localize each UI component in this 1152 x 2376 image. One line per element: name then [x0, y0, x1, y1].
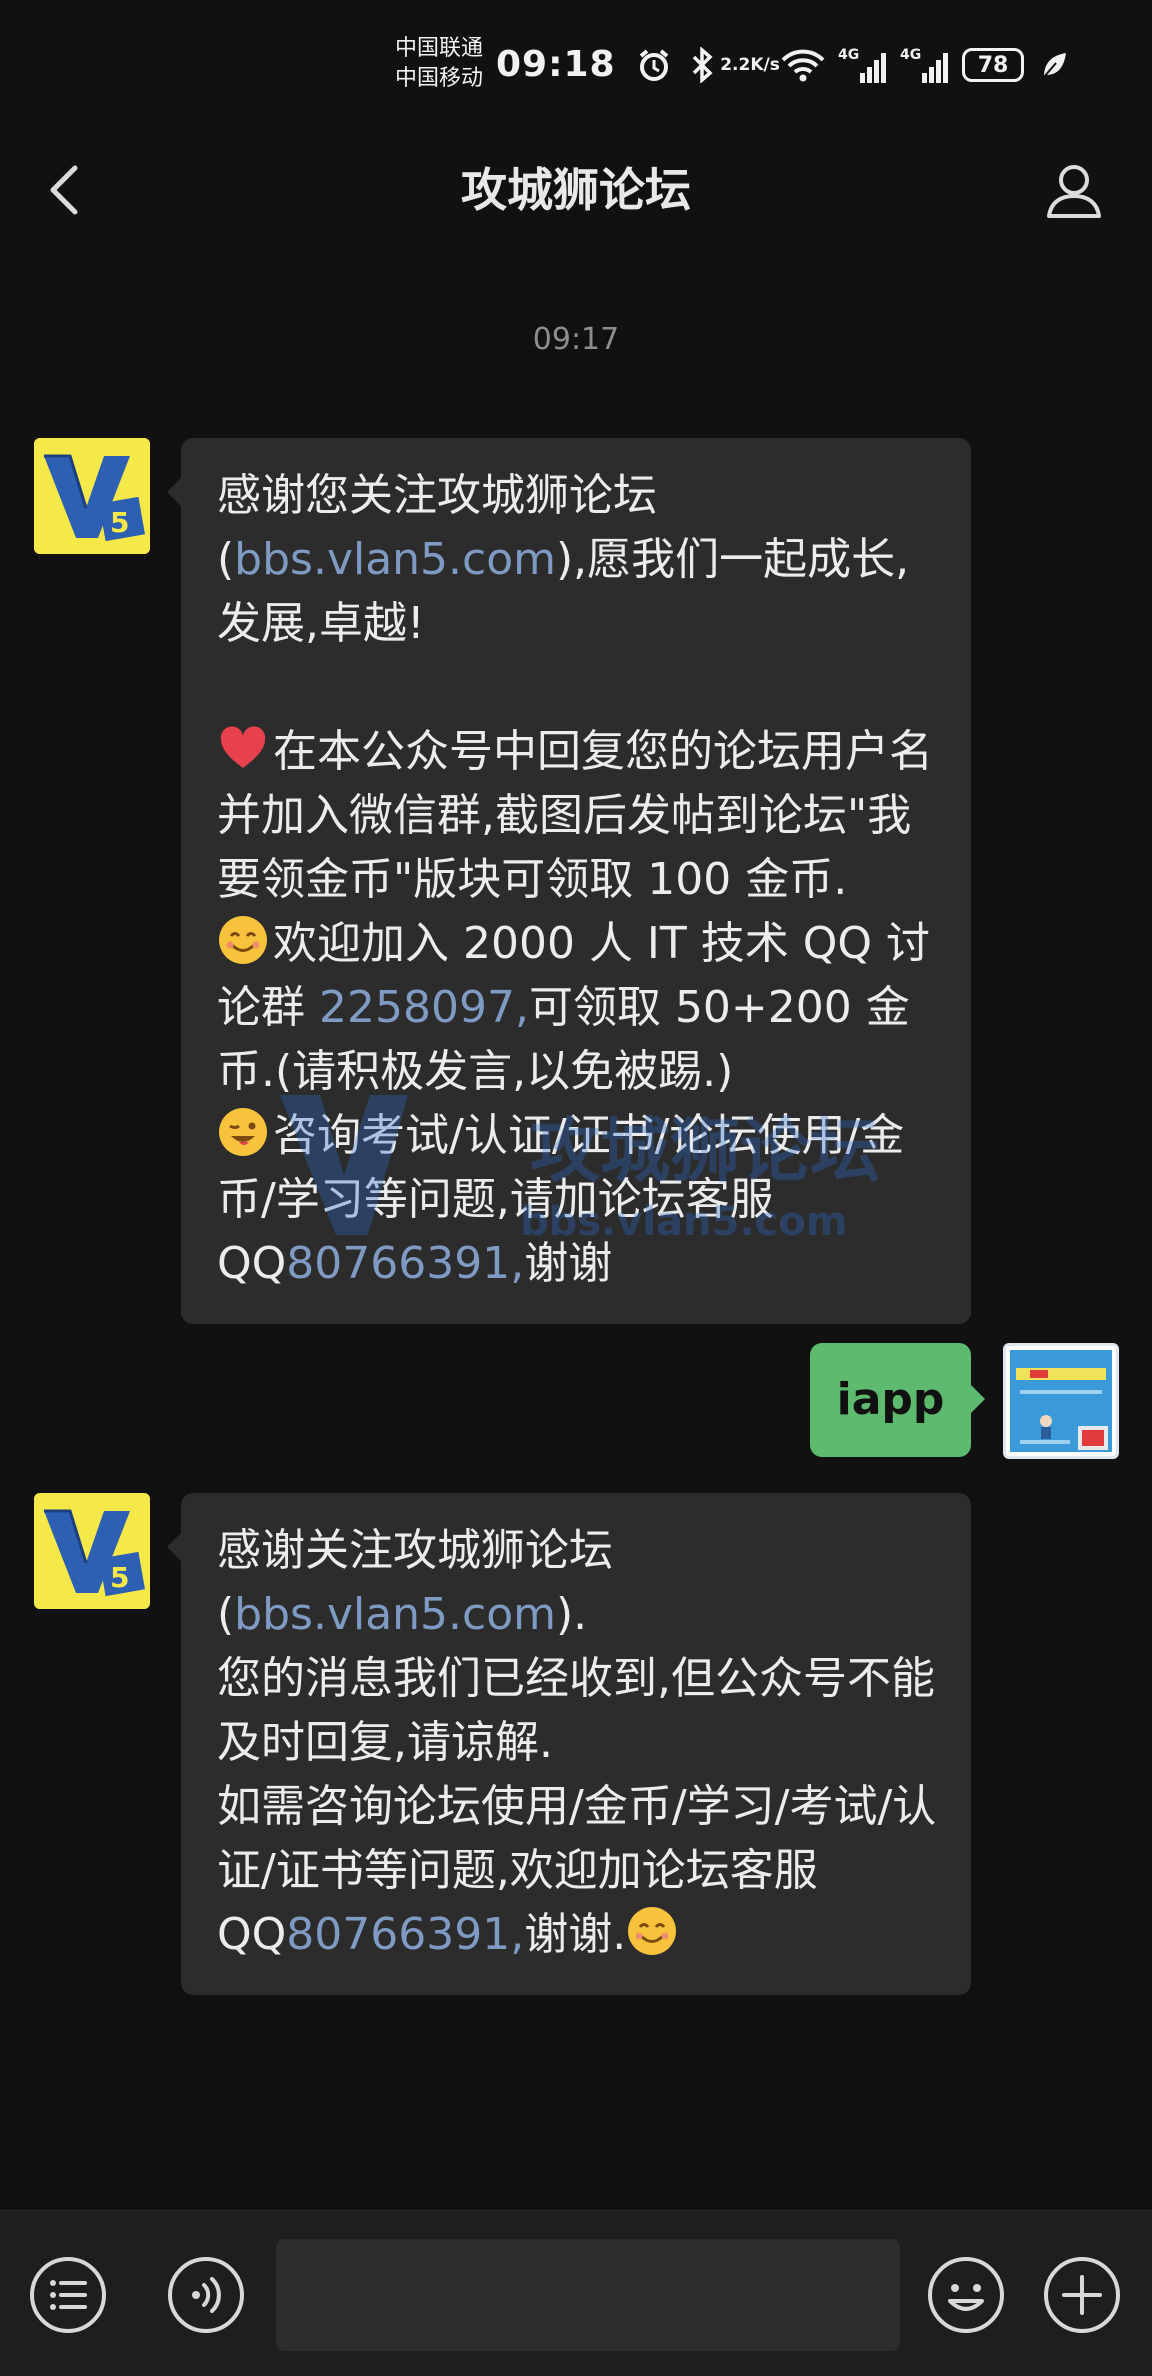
emoji-button[interactable] [924, 2253, 1008, 2337]
heart-emoji-icon [220, 726, 266, 768]
qq-service-link[interactable]: 80766391, [286, 1909, 524, 1960]
message-paragraph: 欢迎加入 2000 人 IT 技术 QQ 讨论群 2258097,可领取 50+… [217, 912, 937, 1104]
message-paragraph: 咨询考试/认证/证书/论坛使用/金币/学习等问题,请加论坛客服 QQ807663… [217, 1104, 937, 1296]
message-bubble[interactable]: 感谢关注攻城狮论坛(bbs.vlan5.com). 您的消息我们已经收到,但公众… [167, 1493, 971, 1995]
input-bar [0, 2210, 1152, 2376]
status-time: 09:18 [496, 44, 616, 85]
menu-button[interactable] [26, 2253, 110, 2337]
message-text: 谢谢 [524, 1238, 613, 1289]
message-input[interactable] [276, 2239, 900, 2351]
wifi-icon [780, 45, 826, 85]
list-menu-icon [30, 2257, 106, 2333]
message-text: 在本公众号中回复您的论坛用户名并加入微信群,截图后发帖到论坛"我要领金币"版块可… [217, 726, 933, 905]
wink-emoji-icon [219, 1108, 267, 1156]
forum-link[interactable]: bbs.vlan5.com [234, 534, 556, 585]
svg-text:4G: 4G [900, 47, 921, 63]
avatar[interactable] [1003, 1343, 1119, 1459]
smile-emoji-icon [628, 1907, 677, 1955]
svg-text:5: 5 [110, 506, 129, 539]
smile-emoji-icon [219, 916, 267, 964]
leaf-icon [1036, 45, 1072, 85]
battery-icon: 78 [962, 48, 1024, 82]
plus-icon [1044, 2257, 1120, 2333]
message-paragraph: 在本公众号中回复您的论坛用户名并加入微信群,截图后发帖到论坛"我要领金币"版块可… [217, 720, 937, 912]
avatar[interactable]: 5 [34, 438, 150, 554]
carrier-2: 中国移动 [395, 66, 484, 91]
v5-logo-icon: 5 [34, 438, 150, 554]
message-paragraph: 感谢您关注攻城狮论坛(bbs.vlan5.com),愿我们一起成长,发展,卓越! [217, 464, 937, 656]
signal-4g-icon: 4G [900, 45, 950, 85]
bluetooth-icon [684, 45, 720, 85]
v5-logo-icon: 5 [34, 1493, 150, 1609]
qq-service-link[interactable]: 80766391, [286, 1238, 524, 1289]
network-speed: 2.2 K/s [720, 45, 780, 85]
carrier-labels: 中国联通 中国移动 [395, 34, 483, 94]
message-paragraph: 感谢关注攻城狮论坛(bbs.vlan5.com). [217, 1519, 937, 1647]
avatar[interactable]: 5 [34, 1493, 150, 1609]
profile-button[interactable] [1034, 150, 1114, 230]
status-bar: 中国联通 中国移动 09:18 2.2 K/s 4G 4G 78 [0, 0, 1152, 130]
person-icon [1047, 165, 1101, 218]
message-bubble-outgoing[interactable]: iapp [810, 1343, 985, 1457]
voice-button[interactable] [164, 2253, 248, 2337]
emoji-icon [928, 2257, 1004, 2333]
forum-link[interactable]: bbs.vlan5.com [234, 1589, 556, 1640]
message-text: ). [556, 1589, 588, 1640]
svg-text:4G: 4G [838, 47, 859, 63]
status-icons: 2.2 K/s 4G 4G 78 [636, 40, 1072, 90]
speed-value: 2.2 [720, 55, 751, 75]
speed-unit: K/s [750, 55, 780, 75]
nav-bar: 攻城狮论坛 [0, 130, 1152, 250]
message-bubble[interactable]: 感谢您关注攻城狮论坛(bbs.vlan5.com),愿我们一起成长,发展,卓越!… [167, 438, 971, 1324]
carrier-1: 中国联通 [395, 36, 484, 61]
user-avatar-image [1010, 1350, 1112, 1452]
message-paragraph: 您的消息我们已经收到,但公众号不能及时回复,请谅解. [217, 1653, 935, 1768]
qq-group-link[interactable]: 2258097, [319, 982, 529, 1033]
svg-text:5: 5 [110, 1561, 129, 1594]
alarm-icon [636, 45, 672, 85]
plus-button[interactable] [1040, 2253, 1124, 2337]
page-title: 攻城狮论坛 [461, 163, 691, 217]
chat-timestamp: 09:17 [532, 322, 620, 357]
message-text: 谢谢. [524, 1909, 627, 1960]
signal-4g-icon: 4G [838, 45, 888, 85]
voice-icon [168, 2257, 244, 2333]
message-paragraph: 如需咨询论坛使用/金币/学习/考试/认证/证书等问题,欢迎加论坛客服 QQ807… [217, 1775, 937, 1967]
